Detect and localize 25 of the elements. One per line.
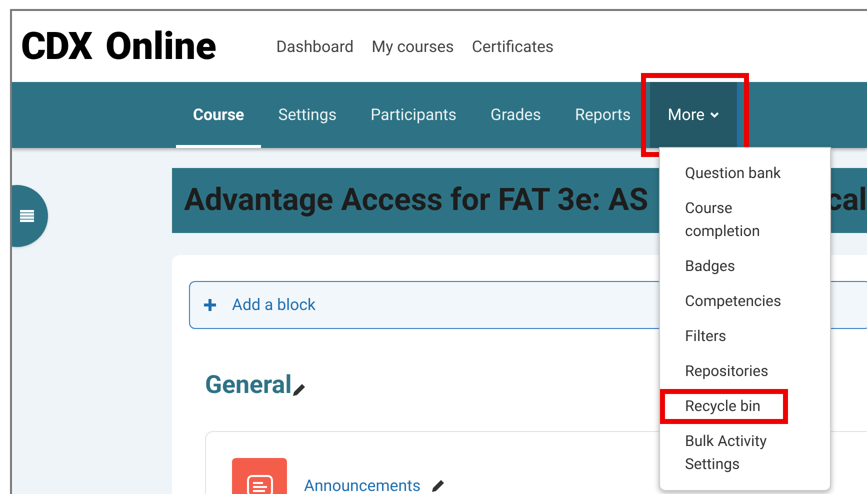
nav-tab[interactable]: Participants xyxy=(354,82,474,148)
chevron-down-icon xyxy=(710,112,719,118)
pencil-icon[interactable] xyxy=(430,479,445,493)
course-title: Advantage Access for FAT 3e: AS xyxy=(184,180,648,220)
menu-item[interactable]: Course completion xyxy=(660,191,830,249)
menu-item[interactable]: Question bank xyxy=(660,156,808,191)
nav-tab[interactable]: Settings xyxy=(261,82,354,148)
header-link[interactable]: My courses xyxy=(372,34,454,58)
nav-tab[interactable]: Course xyxy=(176,82,262,148)
menu-item[interactable]: Recycle bin xyxy=(660,389,788,424)
nav-tab[interactable]: Grades xyxy=(474,82,558,148)
logo-text: Online xyxy=(106,28,216,66)
nav-tab[interactable]: Reports xyxy=(558,82,648,148)
activity-link[interactable]: Announcements xyxy=(304,474,421,494)
logo-mark: CDX xyxy=(21,28,92,66)
menu-item[interactable]: Competencies xyxy=(660,284,808,319)
section-title: General xyxy=(205,370,292,402)
plus-icon xyxy=(204,299,216,311)
pencil-icon[interactable] xyxy=(292,382,306,396)
menu-item[interactable]: Bulk Activity Settings xyxy=(660,424,830,482)
header-link[interactable]: Certificates xyxy=(472,34,554,58)
menu-item[interactable]: Repositories xyxy=(660,354,796,389)
header-link[interactable]: Dashboard xyxy=(276,34,354,58)
list-icon xyxy=(20,210,34,222)
menu-item[interactable]: Badges xyxy=(660,249,762,284)
